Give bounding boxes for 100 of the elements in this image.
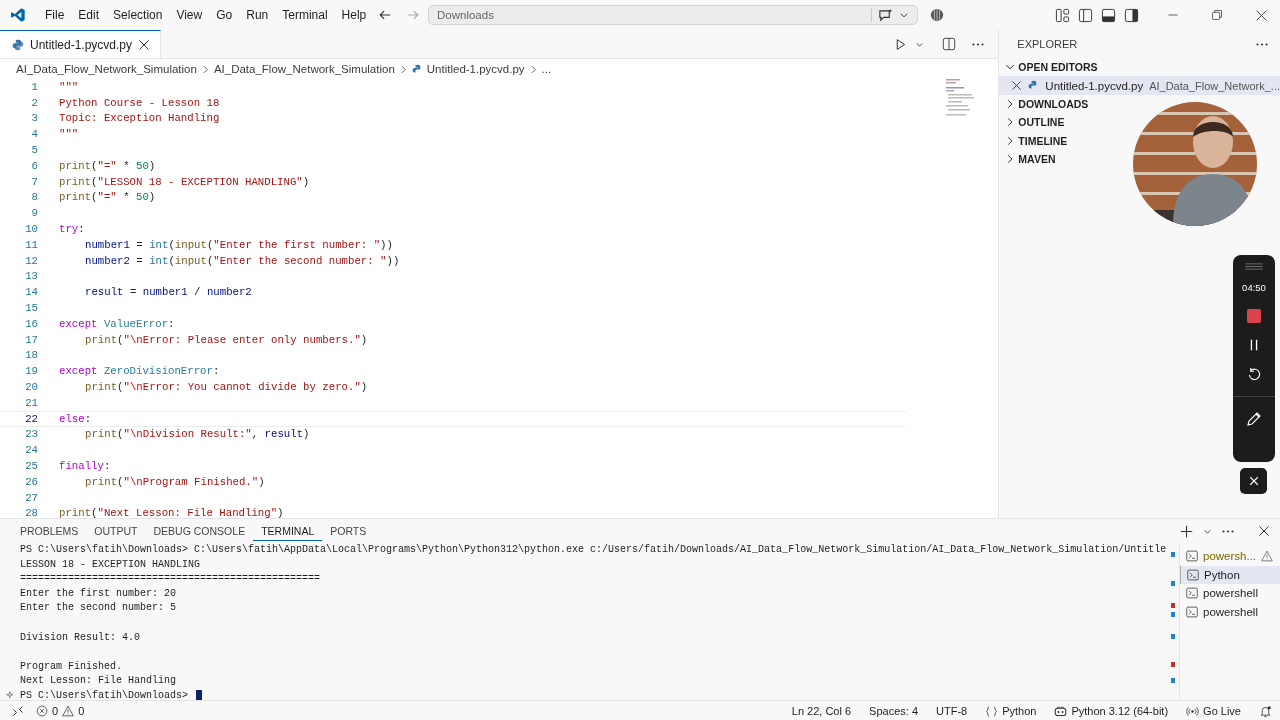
restore-icon[interactable] (1211, 8, 1223, 21)
terminal-line: LESSON 18 - EXCEPTION HANDLING (20, 557, 202, 572)
close-button[interactable] (1240, 468, 1267, 494)
line-number: 28 (24, 507, 38, 518)
line-number: 21 (24, 396, 38, 409)
panel-tab[interactable]: OUTPUT (86, 521, 146, 541)
chat-icon[interactable] (878, 7, 893, 23)
close-icon[interactable] (1255, 8, 1268, 22)
menu-item[interactable]: File (38, 8, 72, 22)
pencil-icon[interactable] (1246, 411, 1262, 427)
terminal-list-item[interactable]: Python (1180, 565, 1280, 584)
code-line: print("LESSON 18 - EXCEPTION HANDLING") (59, 175, 310, 188)
line-number: 10 (24, 223, 38, 236)
breadcrumb-item[interactable]: AI_Data_Flow_Network_Simulation (16, 63, 197, 75)
menu-item[interactable]: Run (239, 8, 276, 22)
line-number: 11 (24, 238, 38, 251)
line-number: 16 (24, 317, 38, 330)
line-number: 18 (24, 349, 38, 362)
close-icon[interactable] (138, 38, 151, 51)
code-line: print("Next Lesson: File Handling") (59, 507, 284, 518)
menu-item[interactable]: Terminal (275, 8, 335, 22)
terminal-line: Enter the second number: 5 (20, 601, 178, 616)
code-line: number1 = int(input("Enter the first number: ")) (84, 238, 393, 251)
terminal-list-item[interactable]: powershell (1180, 584, 1280, 603)
terminal-list-item[interactable]: powershell (1180, 602, 1280, 621)
panel-tab[interactable]: DEBUG CONSOLE (145, 521, 254, 541)
status-item[interactable]: Go Live (1186, 704, 1241, 718)
terminal-icon (1186, 550, 1198, 563)
breadcrumb-item[interactable]: Untitled-1.pycvd.py (426, 63, 525, 75)
bell-icon[interactable] (1259, 704, 1272, 718)
line-number: 7 (30, 175, 38, 188)
section-header[interactable]: TIMELINE (999, 131, 1280, 150)
code-line: except ZeroDivisionError: (59, 365, 220, 378)
more-icon[interactable] (972, 42, 985, 46)
split-editor-icon[interactable] (942, 37, 957, 51)
command-center-field[interactable]: Downloads (428, 5, 918, 25)
more-icon[interactable] (1222, 529, 1234, 533)
status-item[interactable]: UTF-8 (936, 705, 968, 717)
plus-icon[interactable] (1180, 524, 1193, 538)
close-icon (1248, 476, 1259, 486)
primary-sidebar-icon[interactable] (1078, 7, 1093, 23)
section-header[interactable]: MAVEN (999, 149, 1280, 169)
line-number: 3 (30, 112, 38, 125)
code-line: print("=" * 50) (59, 159, 156, 172)
remote-icon[interactable] (12, 705, 24, 717)
section-header[interactable]: OUTLINE (999, 113, 1280, 132)
extension-icon[interactable] (930, 8, 944, 22)
code-line: """ (59, 80, 79, 93)
panel-tab[interactable]: PORTS (322, 521, 375, 541)
terminal-line: Program Finished. (20, 659, 124, 674)
pause-icon[interactable] (1248, 339, 1260, 351)
panel-toggle-icon[interactable] (1101, 7, 1116, 23)
status-item[interactable]: Python (985, 704, 1037, 718)
status-item[interactable]: Spaces: 4 (869, 705, 919, 717)
layout-icon[interactable] (1055, 7, 1070, 23)
sidebar-title: EXPLORER (1017, 38, 1078, 50)
editor-tab[interactable]: Untitled-1.pycvd.py (0, 30, 162, 58)
terminal-cursor (196, 690, 203, 700)
panel-tab[interactable]: PROBLEMS (12, 521, 87, 541)
close-icon[interactable] (1258, 525, 1270, 537)
menu-item[interactable]: Go (209, 8, 240, 22)
menu-item[interactable]: View (169, 8, 210, 22)
problems-indicator[interactable]: 0 0 (36, 705, 85, 717)
line-number: 23 (24, 428, 38, 441)
menu-item[interactable]: Selection (106, 8, 170, 22)
line-number: 14 (24, 286, 38, 299)
python-file-icon (411, 63, 423, 75)
open-editor-item[interactable]: Untitled-1.pycvd.py AI_Data_Flow_Network_... (999, 76, 1280, 95)
menu-item[interactable]: Help (334, 8, 374, 22)
terminal-line: PS C:\Users\fatih\Downloads> C:\Users\fatih\AppData\Local\Programs\Python\Python312\python.exe c:/Users/fatih/Downloads/AI_Data_Flow_Network_Simulation/AI_Data_Flow_Network_Simulation/Untitle (20, 543, 1168, 557)
chevron-down-icon[interactable] (899, 10, 909, 20)
terminal-line: Next Lesson: File Handling (20, 674, 178, 689)
minimap (946, 79, 976, 119)
status-item[interactable]: Python 3.12 (64-bit) (1054, 704, 1169, 718)
terminal-list-item[interactable]: powersh... (1180, 547, 1280, 566)
terminal-prompt: PS C:\Users\fatih\Downloads> (20, 688, 189, 700)
code-line: else: (59, 412, 92, 425)
code-line: print("\nError: You cannot divide by zero.") (84, 381, 368, 394)
close-icon[interactable] (1011, 80, 1023, 92)
breadcrumb-item[interactable]: ... (541, 63, 552, 75)
code-line: Topic: Exception Handling (59, 112, 220, 125)
back-arrow-icon[interactable] (378, 8, 392, 22)
section-header[interactable]: DOWNLOADS (999, 94, 1280, 114)
panel-tab[interactable]: TERMINAL (253, 521, 323, 541)
section-header[interactable]: OPEN EDITORS (999, 58, 1280, 77)
secondary-sidebar-icon[interactable] (1124, 7, 1139, 23)
more-icon[interactable] (1256, 42, 1268, 46)
menu-item[interactable]: Edit (71, 8, 107, 22)
status-item[interactable]: Ln 22, Col 6 (791, 705, 852, 717)
run-icon[interactable] (894, 37, 908, 51)
line-number: 1 (30, 80, 38, 93)
code-line: try: (59, 223, 85, 236)
terminal-line: ================================================== (20, 572, 322, 587)
code-line: except ValueError: (59, 317, 175, 330)
breadcrumb-item[interactable]: AI_Data_Flow_Network_Simulation (213, 63, 395, 75)
line-number: 24 (24, 444, 38, 457)
drag-handle-icon[interactable] (1244, 263, 1264, 270)
restart-icon[interactable] (1246, 367, 1262, 382)
line-number: 5 (30, 144, 38, 157)
code-line: number2 = int(input("Enter the second number: ")) (84, 254, 400, 267)
